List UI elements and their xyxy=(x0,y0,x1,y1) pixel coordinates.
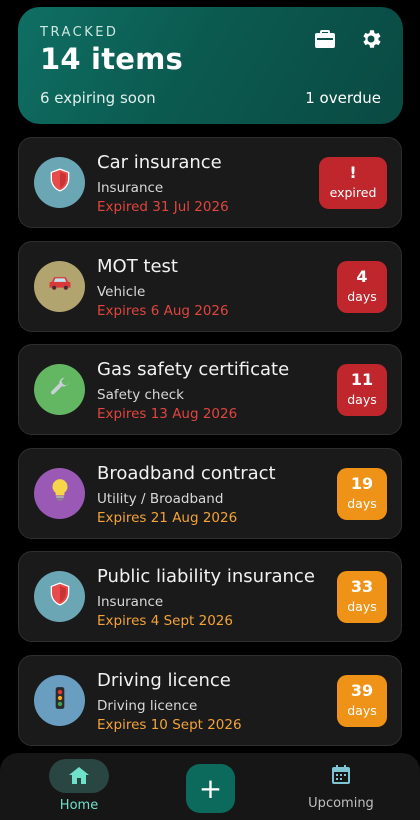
home-icon-pill xyxy=(49,759,109,793)
traffic-light-icon xyxy=(47,685,73,717)
item-card[interactable]: Public liability insurance Insurance Exp… xyxy=(18,551,402,643)
item-avatar xyxy=(34,364,85,416)
days-badge: 4 days xyxy=(337,260,387,313)
days-badge: ! expired xyxy=(319,157,387,209)
item-title: Public liability insurance xyxy=(97,566,315,588)
item-category: Vehicle xyxy=(97,283,146,300)
item-card[interactable]: Gas safety certificate Safety check Expi… xyxy=(18,344,402,436)
item-title: Driving licence xyxy=(97,670,231,691)
summary-header: TRACKED 14 items 6 expiring soon 1 overd… xyxy=(18,7,403,124)
badge-unit: days xyxy=(347,599,377,615)
item-category: Safety check xyxy=(97,387,184,404)
nav-home[interactable]: Home xyxy=(49,759,109,813)
nav-upcoming-label: Upcoming xyxy=(308,796,374,811)
car-icon xyxy=(46,269,74,303)
add-item-button[interactable]: + xyxy=(186,764,235,813)
calendar-icon xyxy=(332,765,350,784)
item-title: Gas safety certificate xyxy=(97,359,290,381)
badge-unit: expired xyxy=(329,185,377,200)
item-category: Utility / Broadband xyxy=(97,490,224,507)
expiring-soon-count: 6 expiring soon xyxy=(40,89,156,107)
item-title: Broadband contract xyxy=(97,462,276,484)
item-avatar xyxy=(34,157,85,208)
badge-unit: days xyxy=(347,288,377,304)
bottom-nav: Home + Upcoming xyxy=(0,753,420,820)
item-card[interactable]: Broadband contract Utility / Broadband E… xyxy=(18,447,402,539)
item-card[interactable]: Driving licence Driving licence Expires … xyxy=(18,655,402,746)
item-category: Insurance xyxy=(97,594,164,611)
item-expiry: Expires 4 Sept 2026 xyxy=(97,613,233,630)
overdue-count: 1 overdue xyxy=(305,89,381,107)
badge-value: 19 xyxy=(350,473,374,493)
item-avatar xyxy=(34,260,85,312)
item-avatar xyxy=(34,467,85,519)
item-expiry: Expired 31 Jul 2026 xyxy=(97,199,229,215)
item-expiry: Expires 6 Aug 2026 xyxy=(97,302,229,319)
item-expiry: Expires 13 Aug 2026 xyxy=(97,406,238,423)
nav-home-label: Home xyxy=(59,798,99,813)
days-badge: 39 days xyxy=(337,675,387,727)
item-card[interactable]: Car insurance Insurance Expired 31 Jul 2… xyxy=(18,137,402,228)
item-title: MOT test xyxy=(97,255,178,277)
item-expiry: Expires 21 Aug 2026 xyxy=(97,509,238,526)
days-badge: 33 days xyxy=(337,571,387,624)
item-category: Insurance xyxy=(97,180,164,196)
badge-value: ! xyxy=(349,163,357,182)
briefcase-icon[interactable] xyxy=(313,27,337,55)
home-icon xyxy=(69,767,89,784)
gear-icon[interactable] xyxy=(359,27,383,55)
badge-value: 33 xyxy=(350,577,374,597)
header-actions xyxy=(313,27,383,55)
shield-icon xyxy=(47,581,73,613)
badge-value: 4 xyxy=(356,266,368,286)
shield-icon xyxy=(47,167,73,199)
badge-value: 39 xyxy=(350,681,374,700)
badge-unit: days xyxy=(347,495,377,511)
badge-unit: days xyxy=(347,392,377,408)
nav-upcoming[interactable]: Upcoming xyxy=(305,763,377,811)
badge-unit: days xyxy=(347,703,377,718)
days-badge: 11 days xyxy=(337,364,387,417)
days-badge: 19 days xyxy=(337,467,387,520)
item-category: Driving licence xyxy=(97,698,198,714)
lightbulb-icon xyxy=(47,477,73,509)
item-avatar xyxy=(34,571,85,623)
wrench-icon xyxy=(47,374,73,406)
item-expiry: Expires 10 Sept 2026 xyxy=(97,717,242,733)
item-card[interactable]: MOT test Vehicle Expires 6 Aug 2026 4 da… xyxy=(18,240,402,332)
badge-value: 11 xyxy=(350,370,374,390)
item-avatar xyxy=(34,675,85,726)
item-title: Car insurance xyxy=(97,152,222,173)
